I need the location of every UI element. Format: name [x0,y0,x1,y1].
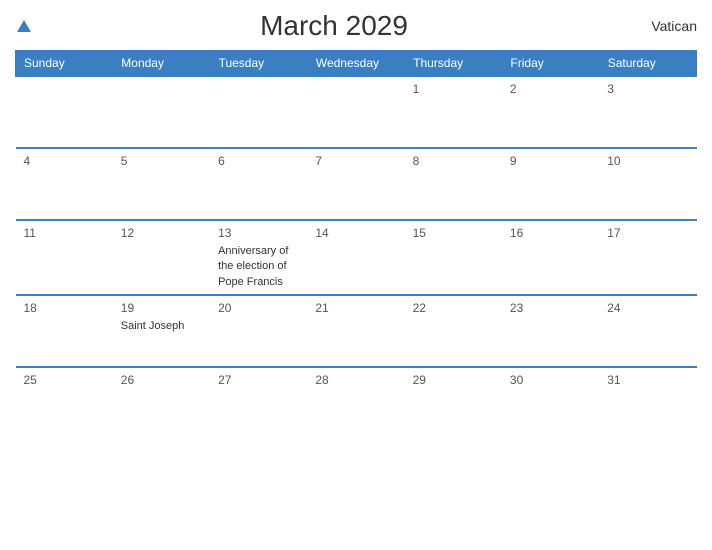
day-number: 14 [315,226,396,240]
calendar-cell: 30 [502,367,599,439]
calendar-page: March 2029 Vatican Sunday Monday Tuesday… [0,0,712,550]
calendar-cell [113,76,210,148]
calendar-cell: 1 [405,76,502,148]
calendar-table: Sunday Monday Tuesday Wednesday Thursday… [15,50,697,439]
calendar-cell: 16 [502,220,599,295]
calendar-cell: 6 [210,148,307,220]
calendar-cell: 7 [307,148,404,220]
calendar-week-row: 18 19 Saint Joseph 20 21 22 23 24 [16,295,697,367]
calendar-week-row: 11 12 13 Anniversary of the election of Pop… [16,220,697,295]
location-label: Vatican [637,18,697,34]
calendar-title: March 2029 [31,10,637,42]
logo-triangle-icon [17,20,31,32]
col-sunday: Sunday [16,51,113,77]
calendar-cell: 3 [599,76,696,148]
day-number: 28 [315,373,396,387]
day-number: 22 [413,301,494,315]
day-number: 1 [413,82,494,96]
day-number: 6 [218,154,299,168]
calendar-cell [210,76,307,148]
day-number: 17 [607,226,688,240]
calendar-cell: 14 [307,220,404,295]
calendar-cell: 28 [307,367,404,439]
calendar-cell: 12 [113,220,210,295]
calendar-cell: 8 [405,148,502,220]
calendar-cell: 31 [599,367,696,439]
day-number: 2 [510,82,591,96]
calendar-cell: 20 [210,295,307,367]
day-number: 25 [24,373,105,387]
col-wednesday: Wednesday [307,51,404,77]
day-number: 26 [121,373,202,387]
calendar-week-row: 4 5 6 7 8 9 10 [16,148,697,220]
calendar-cell: 13 Anniversary of the election of Pope Fr… [210,220,307,295]
calendar-cell: 17 [599,220,696,295]
calendar-cell: 23 [502,295,599,367]
day-number: 11 [24,226,105,240]
day-number: 30 [510,373,591,387]
col-thursday: Thursday [405,51,502,77]
calendar-header: Sunday Monday Tuesday Wednesday Thursday… [16,51,697,77]
day-number: 21 [315,301,396,315]
calendar-cell: 9 [502,148,599,220]
days-header-row: Sunday Monday Tuesday Wednesday Thursday… [16,51,697,77]
day-number: 3 [607,82,688,96]
day-number: 27 [218,373,299,387]
day-number: 29 [413,373,494,387]
calendar-week-row: 1 2 3 [16,76,697,148]
event-text: Anniversary of the election of Pope Fran… [218,245,288,288]
calendar-cell: 21 [307,295,404,367]
col-monday: Monday [113,51,210,77]
day-number: 10 [607,154,688,168]
calendar-cell [16,76,113,148]
day-number: 13 [218,226,299,240]
col-friday: Friday [502,51,599,77]
header: March 2029 Vatican [15,10,697,42]
day-number: 18 [24,301,105,315]
calendar-cell: 4 [16,148,113,220]
calendar-cell: 19 Saint Joseph [113,295,210,367]
calendar-cell: 22 [405,295,502,367]
day-number: 23 [510,301,591,315]
calendar-cell: 26 [113,367,210,439]
calendar-cell: 15 [405,220,502,295]
day-number: 4 [24,154,105,168]
col-tuesday: Tuesday [210,51,307,77]
calendar-cell: 11 [16,220,113,295]
day-number: 5 [121,154,202,168]
day-number: 31 [607,373,688,387]
calendar-cell: 25 [16,367,113,439]
day-number: 7 [315,154,396,168]
day-number: 12 [121,226,202,240]
calendar-cell [307,76,404,148]
calendar-cell: 10 [599,148,696,220]
calendar-cell: 24 [599,295,696,367]
event-text: Saint Joseph [121,320,185,332]
calendar-cell: 29 [405,367,502,439]
day-number: 20 [218,301,299,315]
day-number: 24 [607,301,688,315]
calendar-week-row: 25 26 27 28 29 30 31 [16,367,697,439]
day-number: 16 [510,226,591,240]
day-number: 8 [413,154,494,168]
calendar-cell: 5 [113,148,210,220]
day-number: 9 [510,154,591,168]
logo [15,19,31,34]
day-number: 15 [413,226,494,240]
day-number: 19 [121,301,202,315]
col-saturday: Saturday [599,51,696,77]
calendar-body: 12345678910111213Anniversary of the elec… [16,76,697,439]
calendar-cell: 18 [16,295,113,367]
calendar-cell: 27 [210,367,307,439]
calendar-cell: 2 [502,76,599,148]
